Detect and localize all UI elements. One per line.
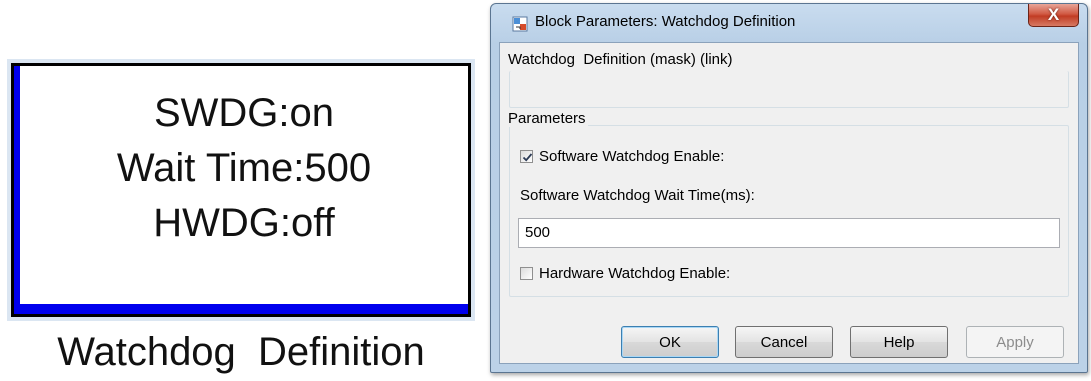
watchdog-block[interactable]: SWDG:on Wait Time:500 HWDG:off: [7, 59, 475, 321]
block-shadow-bottom: [14, 304, 468, 314]
title-bar[interactable]: Block Parameters: Watchdog Definition X: [491, 4, 1087, 34]
block-line-hwdg: HWDG:off: [153, 201, 335, 245]
apply-button[interactable]: Apply: [966, 326, 1064, 358]
software-watchdog-enable-row[interactable]: Software Watchdog Enable:: [520, 148, 724, 165]
parameters-label: Parameters: [508, 110, 588, 127]
mask-description: Watchdog Definition (mask) (link): [508, 51, 735, 68]
ok-button[interactable]: OK: [621, 326, 719, 358]
block-shadow-left: [14, 66, 20, 314]
close-icon: X: [1047, 5, 1060, 24]
block-caption: Watchdog Definition: [57, 330, 425, 374]
wait-time-label: Software Watchdog Wait Time(ms):: [520, 187, 755, 204]
close-button[interactable]: X: [1028, 4, 1079, 27]
block-parameters-dialog: Block Parameters: Watchdog Definition X …: [490, 3, 1088, 373]
dialog-title: Block Parameters: Watchdog Definition: [535, 13, 796, 30]
hardware-watchdog-enable-checkbox[interactable]: [520, 267, 533, 280]
checkmark-icon: [522, 153, 533, 162]
block-status-text: SWDG:on Wait Time:500 HWDG:off: [24, 86, 464, 251]
hardware-watchdog-enable-row[interactable]: Hardware Watchdog Enable:: [520, 265, 730, 282]
simulink-block-icon: [512, 16, 528, 32]
block-body: SWDG:on Wait Time:500 HWDG:off: [11, 63, 471, 317]
block-line-swdg: SWDG:on: [153, 91, 335, 135]
software-watchdog-enable-checkbox[interactable]: [520, 150, 533, 163]
dialog-client-area: Watchdog Definition (mask) (link) Parame…: [499, 42, 1079, 364]
software-watchdog-enable-label: Software Watchdog Enable:: [539, 148, 725, 165]
cancel-button[interactable]: Cancel: [735, 326, 833, 358]
help-button[interactable]: Help: [850, 326, 948, 358]
hardware-watchdog-enable-label: Hardware Watchdog Enable:: [539, 265, 731, 282]
block-line-wait-time: Wait Time:500: [116, 146, 372, 190]
wait-time-input[interactable]: 500: [518, 218, 1060, 248]
description-group: [509, 71, 1069, 108]
